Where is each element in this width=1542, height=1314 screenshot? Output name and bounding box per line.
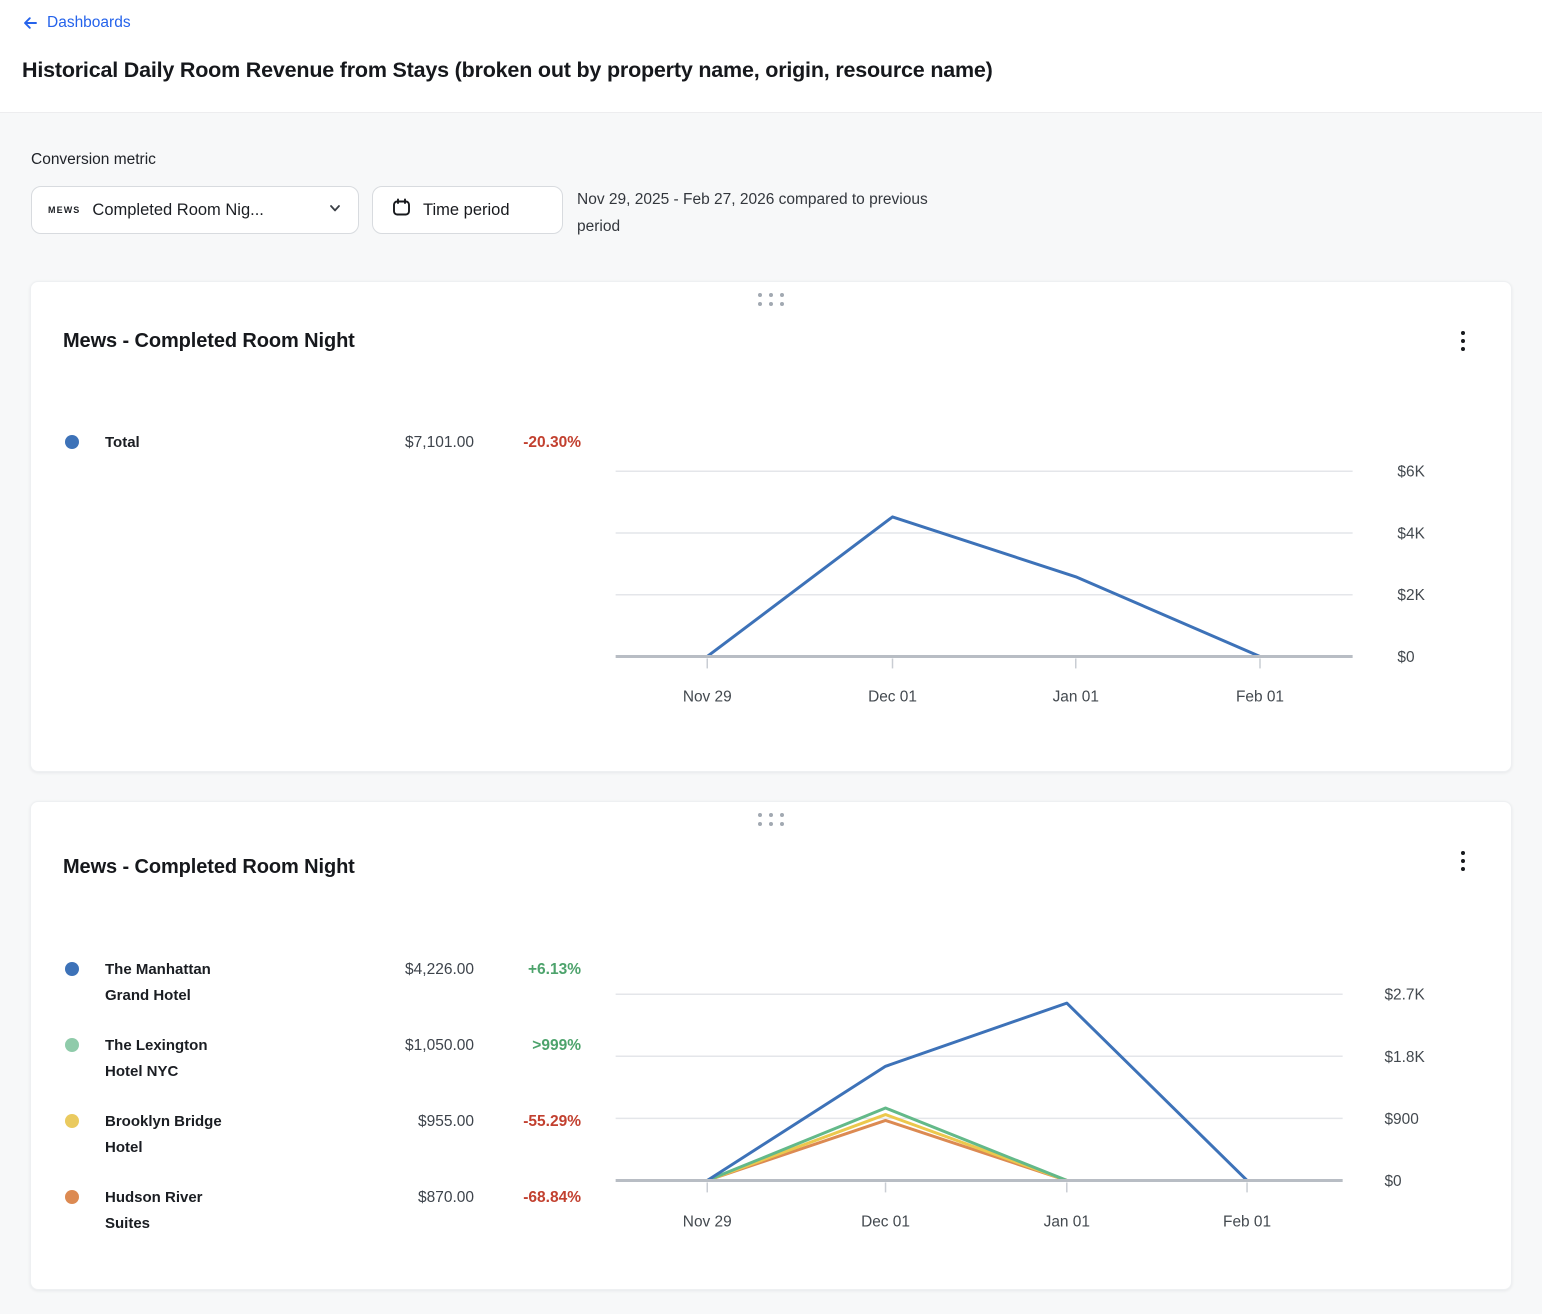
mews-logo: MEWS [48,205,80,215]
time-period-label: Time period [423,201,510,220]
back-to-dashboards-link[interactable]: Dashboards [22,14,131,32]
svg-text:$2.7K: $2.7K [1384,987,1425,1004]
chart-card-by-property: Mews - Completed Room Night The Manhatta… [30,801,1512,1290]
period-summary-text: Nov 29, 2025 - Feb 27, 2026 compared to … [577,186,962,240]
svg-text:Nov 29: Nov 29 [683,688,732,705]
svg-text:Jan 01: Jan 01 [1053,688,1099,705]
revenue-line-chart-by-property[interactable]: $0 $900 $1.8K $2.7K Nov 29 Dec 01 Jan 01 Feb 01 [31,802,1511,1289]
calendar-icon [391,197,412,223]
chart-card-total: Mews - Completed Room Night Total $7,101… [30,281,1512,772]
conversion-metric-label: Conversion metric [31,151,156,169]
svg-text:$2K: $2K [1397,587,1425,604]
conversion-metric-dropdown[interactable]: MEWS Completed Room Nig... [31,186,359,234]
page-header: Dashboards Historical Daily Room Revenue… [0,0,1542,113]
svg-text:Jan 01: Jan 01 [1044,1213,1090,1230]
svg-text:$900: $900 [1384,1111,1418,1128]
revenue-line-chart-total[interactable]: $0 $2K $4K $6K Nov 29 Dec 01 Jan 01 Feb 01 [31,282,1511,771]
dashboard-page: { "header": { "back_link": "Dashboards",… [0,0,1542,1314]
conversion-metric-value: Completed Room Nig... [92,201,318,220]
svg-text:Feb 01: Feb 01 [1223,1213,1271,1230]
back-arrow-icon [22,15,39,31]
svg-text:Dec 01: Dec 01 [868,688,917,705]
svg-text:$0: $0 [1384,1173,1401,1190]
back-link-label: Dashboards [47,14,131,32]
time-period-button[interactable]: Time period [372,186,563,234]
page-title: Historical Daily Room Revenue from Stays… [22,58,993,83]
svg-text:$1.8K: $1.8K [1384,1049,1425,1066]
svg-text:Dec 01: Dec 01 [861,1213,910,1230]
svg-text:Nov 29: Nov 29 [683,1213,732,1230]
svg-text:Feb 01: Feb 01 [1236,688,1284,705]
svg-text:$0: $0 [1397,649,1414,666]
chevron-down-icon [328,201,342,220]
svg-text:$6K: $6K [1397,464,1425,481]
svg-text:$4K: $4K [1397,525,1425,542]
